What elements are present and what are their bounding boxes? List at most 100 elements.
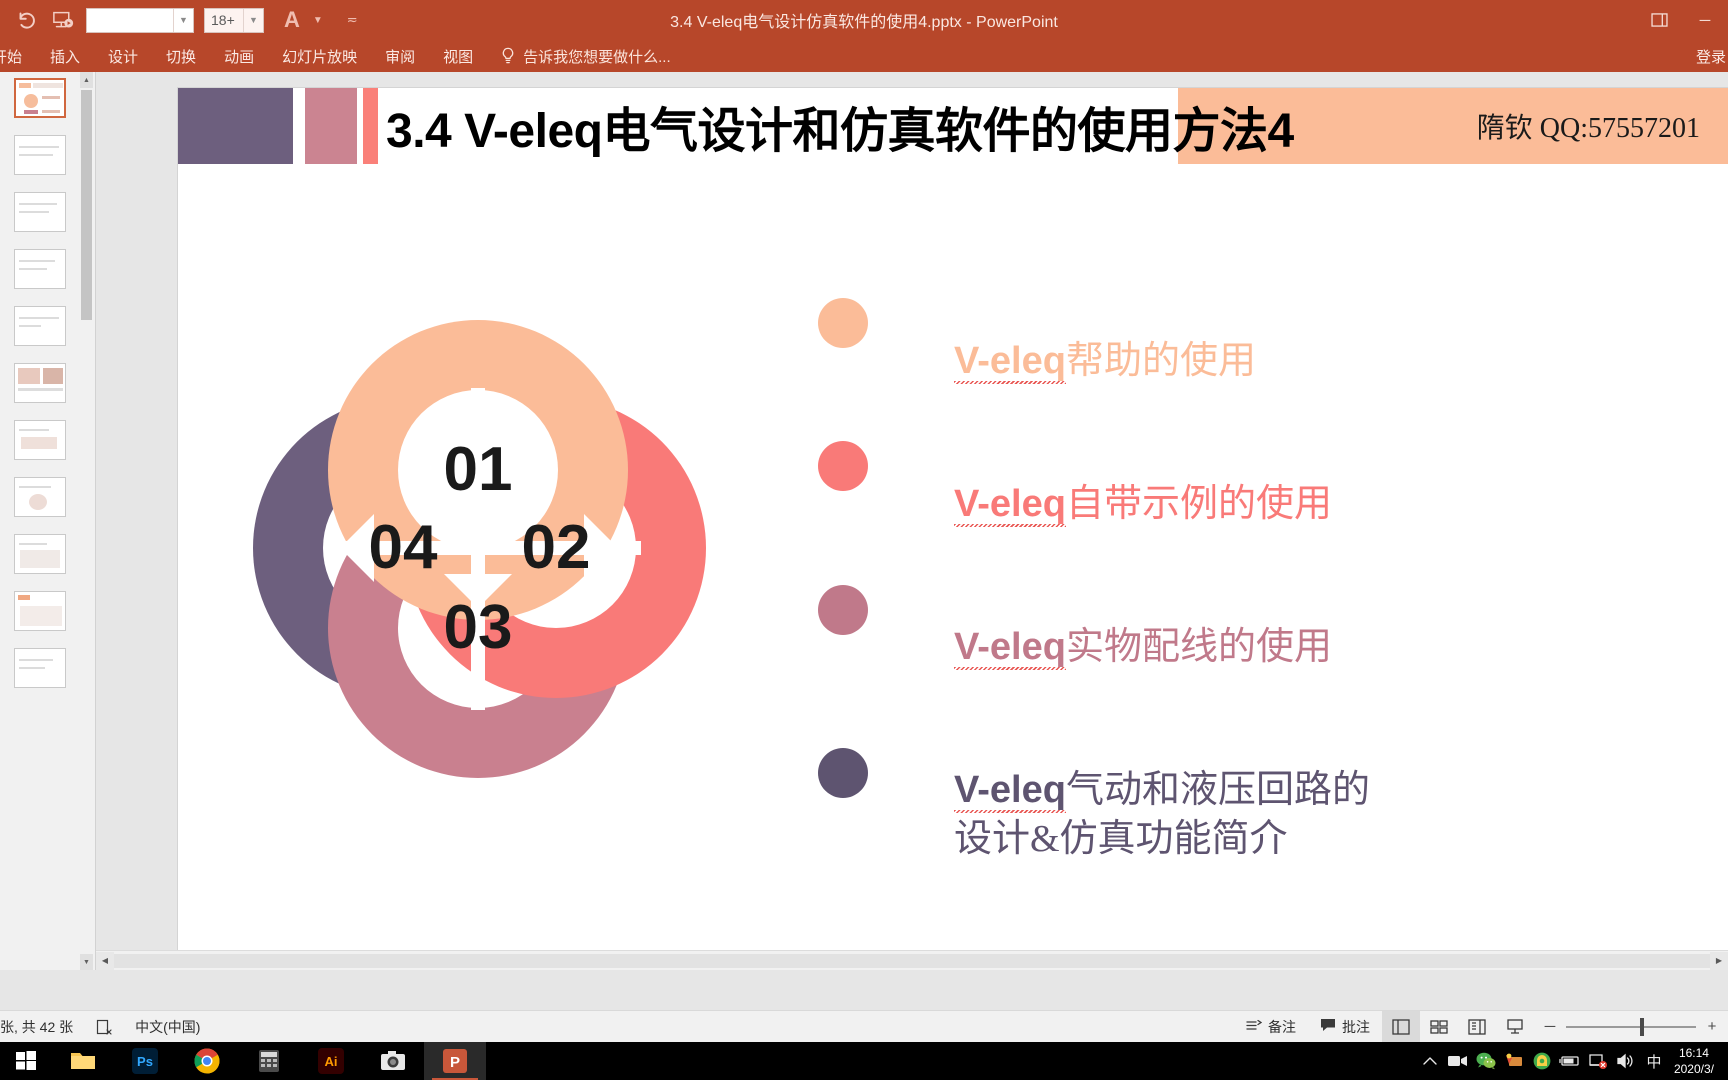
horizontal-scrollbar[interactable]: ◀ ▶ <box>96 950 1728 970</box>
windows-taskbar: Ps Ai P 中 16:14 2020/3/ <box>0 1042 1728 1080</box>
workspace: ▲ ▼ 3.4 V-eleq电气设计和仿真软件的使用方法4 隋钦 QQ:5755… <box>0 72 1728 1010</box>
taskbar-calculator[interactable] <box>238 1042 300 1080</box>
windows-start-icon[interactable] <box>0 1042 52 1080</box>
notes-icon <box>1246 1018 1263 1035</box>
view-normal-button[interactable] <box>1382 1011 1420 1042</box>
slide-canvas-area[interactable]: 3.4 V-eleq电气设计和仿真软件的使用方法4 隋钦 QQ:57557201 <box>96 72 1728 970</box>
slide-thumbnail-4[interactable] <box>14 249 66 289</box>
tell-me-search[interactable]: 告诉我您想要做什么... <box>501 46 671 67</box>
window-controls: ─ <box>1636 0 1728 40</box>
show-hidden-icons-icon[interactable] <box>1416 1042 1444 1080</box>
tab-slideshow[interactable]: 幻灯片放映 <box>268 40 371 72</box>
minimize-button[interactable]: ─ <box>1682 0 1728 40</box>
bullet-item-4[interactable]: V-eleq气动和液压回路的 设计&仿真功能简介 <box>818 718 1698 864</box>
ime-chinese-icon[interactable]: 中 <box>1640 1042 1668 1080</box>
diagram-number-02: 02 <box>522 513 591 582</box>
accessibility-check-icon[interactable] <box>95 1018 113 1036</box>
slide-thumbnail-5[interactable] <box>14 306 66 346</box>
slide-thumbnail-2[interactable] <box>14 135 66 175</box>
slide-thumbnail-6[interactable] <box>14 363 66 403</box>
taskbar-photoshop[interactable]: Ps <box>114 1042 176 1080</box>
circular-process-diagram[interactable]: 01 02 03 04 <box>188 238 748 818</box>
bullet-text-3[interactable]: V-eleq实物配线的使用 <box>954 575 1332 672</box>
view-reading-button[interactable] <box>1458 1011 1496 1042</box>
tab-animations[interactable]: 动画 <box>210 40 268 72</box>
security-shield-icon[interactable] <box>1528 1042 1556 1080</box>
slide-thumbnail-7[interactable] <box>14 420 66 460</box>
quick-access-toolbar: ▼ 18+ ▼ A ▼ ≂ <box>0 7 358 33</box>
tab-transitions[interactable]: 切换 <box>152 40 210 72</box>
slide-title[interactable]: 3.4 V-eleq电气设计和仿真软件的使用方法4 <box>386 88 1294 164</box>
chevron-down-icon[interactable]: ▼ <box>310 15 323 26</box>
bullet-latin-4: V-eleq <box>954 769 1066 812</box>
bullet-item-2[interactable]: V-eleq自带示例的使用 <box>818 431 1698 528</box>
thumbnail-scrollbar[interactable]: ▲ ▼ <box>80 72 93 970</box>
tab-view[interactable]: 视图 <box>429 40 487 72</box>
zoom-control[interactable]: ─ + <box>1534 1017 1728 1036</box>
status-bar: 张, 共 42 张 中文(中国) 备注 批注 ─ + <box>0 1010 1728 1042</box>
view-slide-sorter-button[interactable] <box>1420 1011 1458 1042</box>
font-style-combo[interactable]: ▼ <box>86 7 194 33</box>
taskbar-camera[interactable] <box>362 1042 424 1080</box>
slide-author-contact[interactable]: 隋钦 QQ:57557201 <box>1477 88 1700 164</box>
bullet-rest-3: 实物配线的使用 <box>1065 626 1332 669</box>
font-size-combo[interactable]: 18+ ▼ <box>204 7 264 33</box>
slide-thumbnail-11[interactable] <box>14 648 66 688</box>
zoom-slider-knob[interactable] <box>1640 1017 1644 1036</box>
network-disconnected-icon[interactable] <box>1584 1042 1612 1080</box>
slide-count-label[interactable]: 张, 共 42 张 <box>0 1017 73 1037</box>
slide-thumbnail-3[interactable] <box>14 192 66 232</box>
bullet-text-1[interactable]: V-eleq帮助的使用 <box>954 288 1256 385</box>
taskbar-chrome[interactable] <box>176 1042 238 1080</box>
bullet-list[interactable]: V-eleq帮助的使用 V-eleq自带示例的使用 V-eleq实物配线的使用 <box>818 288 1698 864</box>
tab-design[interactable]: 设计 <box>94 40 152 72</box>
chevron-down-icon[interactable]: ▼ <box>173 8 193 32</box>
volume-icon[interactable] <box>1612 1042 1640 1080</box>
taskbar-clock[interactable]: 16:14 2020/3/ <box>1668 1045 1724 1077</box>
scroll-left-icon[interactable]: ◀ <box>96 951 114 970</box>
svg-text:P: P <box>450 1054 460 1071</box>
sign-in-button[interactable]: 登录 <box>1696 40 1728 72</box>
wechat-icon[interactable] <box>1472 1042 1500 1080</box>
language-label[interactable]: 中文(中国) <box>135 1017 200 1037</box>
slide-thumbnail-1[interactable] <box>14 78 66 118</box>
zoom-in-button[interactable]: + <box>1706 1018 1718 1035</box>
comments-button[interactable]: 批注 <box>1308 1011 1382 1042</box>
notification-app-icon[interactable] <box>1500 1042 1528 1080</box>
slide-thumbnail-9[interactable] <box>14 534 66 574</box>
battery-icon[interactable] <box>1556 1042 1584 1080</box>
hscroll-thumb[interactable] <box>114 953 1710 968</box>
slide-thumbnail-pane[interactable]: ▲ ▼ <box>0 72 96 970</box>
taskbar-powerpoint[interactable]: P <box>424 1042 486 1080</box>
bullet-text-4[interactable]: V-eleq气动和液压回路的 设计&仿真功能简介 <box>954 718 1370 864</box>
ribbon-display-options-icon[interactable] <box>1636 0 1682 40</box>
taskbar-file-explorer[interactable] <box>52 1042 114 1080</box>
zoom-slider-track[interactable] <box>1566 1017 1696 1036</box>
tab-home[interactable]: 开始 <box>0 40 36 72</box>
scroll-up-icon[interactable]: ▲ <box>80 72 93 88</box>
view-slideshow-button[interactable] <box>1496 1011 1534 1042</box>
start-slideshow-icon[interactable] <box>50 7 76 33</box>
scroll-down-icon[interactable]: ▼ <box>80 954 93 970</box>
taskbar-illustrator[interactable]: Ai <box>300 1042 362 1080</box>
bullet-text-2[interactable]: V-eleq自带示例的使用 <box>954 431 1332 528</box>
undo-icon[interactable] <box>14 7 40 33</box>
slide-thumbnail-10[interactable] <box>14 591 66 631</box>
slide-thumbnail-8[interactable] <box>14 477 66 517</box>
bullet-item-1[interactable]: V-eleq帮助的使用 <box>818 288 1698 385</box>
scrollbar-thumb[interactable] <box>81 90 92 320</box>
font-color-icon[interactable]: A <box>274 9 300 31</box>
tab-review[interactable]: 审阅 <box>371 40 429 72</box>
tab-insert[interactable]: 插入 <box>36 40 94 72</box>
comments-label: 批注 <box>1342 1018 1370 1035</box>
screen-recorder-icon[interactable] <box>1444 1042 1472 1080</box>
customize-qat-icon[interactable]: ≂ <box>333 12 358 28</box>
slide-thumbnail-list <box>0 78 80 705</box>
scroll-right-icon[interactable]: ▶ <box>1710 951 1728 970</box>
hscroll-track[interactable] <box>114 951 1710 970</box>
zoom-out-button[interactable]: ─ <box>1544 1018 1556 1035</box>
bullet-item-3[interactable]: V-eleq实物配线的使用 <box>818 575 1698 672</box>
chevron-down-icon[interactable]: ▼ <box>243 8 263 32</box>
slide-editing-surface[interactable]: 3.4 V-eleq电气设计和仿真软件的使用方法4 隋钦 QQ:57557201 <box>178 88 1728 957</box>
notes-button[interactable]: 备注 <box>1234 1011 1308 1042</box>
